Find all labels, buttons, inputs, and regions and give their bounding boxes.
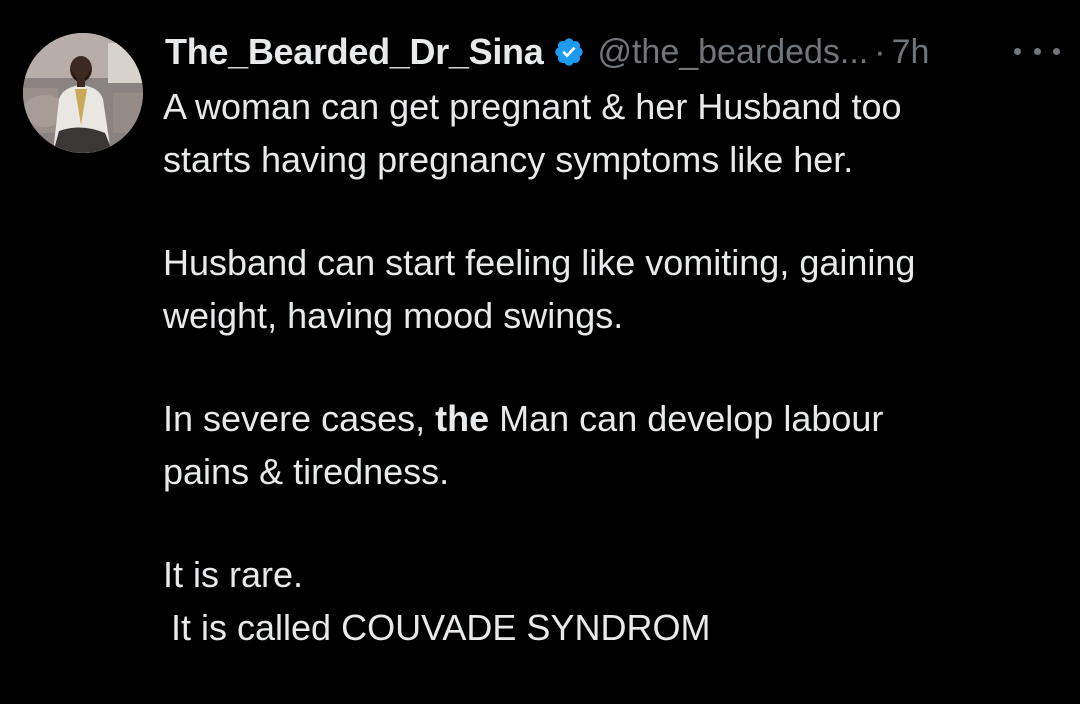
tweet-paragraph: Husband can start feeling like vomiting,… — [163, 236, 1043, 342]
tweet-bold-word: the — [435, 398, 490, 439]
tweet-timestamp[interactable]: 7h — [892, 33, 930, 72]
tweet-paragraph: It is rare. It is called COUVADE SYNDROM — [163, 548, 1043, 654]
tweet-text-segment: In severe cases, — [163, 398, 436, 439]
more-dot — [1033, 47, 1041, 55]
tweet-text: A woman can get pregnant & her Husband t… — [163, 80, 1043, 704]
author-avatar[interactable] — [23, 33, 143, 153]
tweet-text-segment: Man can develop labour — [489, 398, 884, 439]
tweet-line: pains & tiredness. — [163, 451, 450, 492]
tweet-line: It is rare. — [163, 554, 304, 595]
tweet-line: In severe cases, the Man can develop lab… — [163, 392, 1043, 445]
author-handle[interactable]: @the_beardeds... — [597, 33, 868, 72]
author-display-name[interactable]: The_Bearded_Dr_Sina — [165, 31, 544, 73]
tweet-header: The_Bearded_Dr_Sina @the_beardeds... · 7… — [165, 28, 929, 76]
avatar-photo-icon — [23, 33, 143, 153]
tweet-line: Husband can start feeling like vomiting,… — [163, 242, 916, 283]
more-dot — [1014, 47, 1021, 55]
tweet-line: starts having pregnancy symptoms like he… — [163, 139, 854, 180]
tweet-paragraph: In severe cases, the Man can develop lab… — [163, 392, 1043, 498]
tweet-paragraph: A woman can get pregnant & her Husband t… — [163, 80, 1043, 186]
tweet[interactable]: The_Bearded_Dr_Sina @the_beardeds... · 7… — [0, 0, 1080, 668]
tweet-line: A woman can get pregnant & her Husband t… — [163, 86, 902, 127]
verified-badge-icon[interactable] — [553, 36, 585, 68]
tweet-line: It is called COUVADE SYNDROM — [171, 607, 711, 648]
more-dot — [1053, 47, 1060, 55]
separator-dot: · — [874, 32, 886, 71]
tweet-line: weight, having mood swings. — [163, 295, 624, 336]
more-options-icon[interactable] — [1014, 38, 1060, 64]
